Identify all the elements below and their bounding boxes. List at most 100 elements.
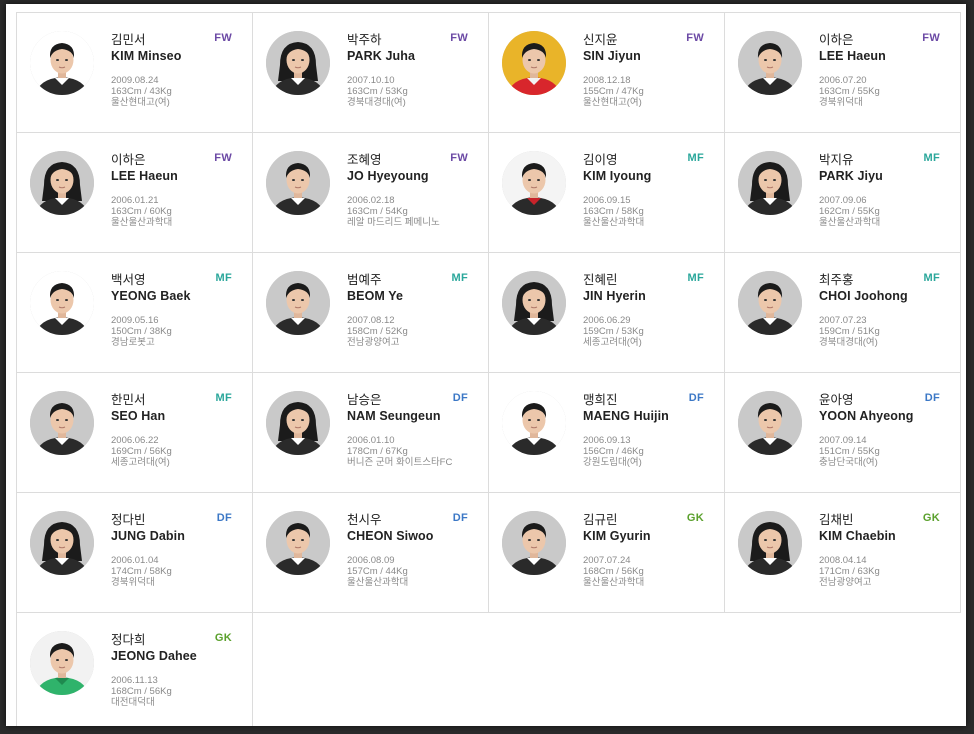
player-photo [30, 391, 94, 455]
player-details: 2006.01.10 178Cm / 67Kg 버니즌 군머 화이트스타FC [347, 435, 475, 468]
player-photo [266, 391, 330, 455]
player-photo [30, 271, 94, 335]
player-club: 경북대경대(여) [347, 97, 406, 108]
player-birthdate: 2007.07.24 [583, 555, 631, 566]
player-info: 김민서 KIM Minseo 2009.08.24 163Cm / 43Kg 울산현대고… [111, 33, 239, 108]
player-english-name: BEOM Ye [347, 289, 404, 303]
player-details: 2007.07.24 168Cm / 56Kg 울산울산과학대 [583, 555, 711, 588]
player-info: 조혜영 JO Hyeyoung 2006.02.18 163Cm / 54Kg 레알 마… [347, 153, 475, 228]
player-height-weight: 156Cm / 46Kg [583, 446, 644, 457]
player-height-weight: 171Cm / 63Kg [819, 566, 880, 577]
empty-cell [725, 613, 961, 726]
player-photo [502, 151, 566, 215]
player-birthdate: 2006.11.13 [111, 675, 158, 686]
player-height-weight: 158Cm / 52Kg [347, 326, 408, 337]
player-info: 한민서 SEO Han 2006.06.22 169Cm / 56Kg 세종고려대(여) [111, 393, 239, 468]
player-photo [738, 391, 802, 455]
player-english-name: KIM Minseo [111, 49, 182, 63]
player-card[interactable]: 김민서 KIM Minseo 2009.08.24 163Cm / 43Kg 울산현대고… [17, 13, 253, 133]
player-details: 2007.09.06 162Cm / 55Kg 울산울산과학대 [819, 195, 947, 228]
player-details: 2006.08.09 157Cm / 44Kg 울산울산과학대 [347, 555, 475, 588]
player-card[interactable]: 윤아영 YOON Ahyeong 2007.09.14 151Cm / 55Kg 충남단… [725, 373, 961, 493]
position-badge: DF [452, 392, 468, 404]
player-card[interactable]: 정다빈 JUNG Dabin 2006.01.04 174Cm / 58Kg 경북위덕대… [17, 493, 253, 613]
player-height-weight: 159Cm / 51Kg [819, 326, 880, 337]
player-club: 세종고려대(여) [111, 457, 170, 468]
player-info: 박주하 PARK Juha 2007.10.10 163Cm / 53Kg 경북대경대(… [347, 33, 475, 108]
player-english-name: LEE Haeun [111, 169, 178, 183]
position-badge: MF [923, 272, 940, 284]
player-card[interactable]: 이하은 LEE Haeun 2006.01.21 163Cm / 60Kg 울산울산과학… [17, 133, 253, 253]
player-card[interactable]: 백서영 YEONG Baek 2009.05.16 150Cm / 38Kg 경남로봇고… [17, 253, 253, 373]
player-card[interactable]: 천시우 CHEON Siwoo 2006.08.09 157Cm / 44Kg 울산울산… [253, 493, 489, 613]
player-card[interactable]: 맹희진 MAENG Huijin 2006.09.13 156Cm / 46Kg 강원도… [489, 373, 725, 493]
player-card[interactable]: 박주하 PARK Juha 2007.10.10 163Cm / 53Kg 경북대경대(… [253, 13, 489, 133]
player-info: 범예주 BEOM Ye 2007.08.12 158Cm / 52Kg 전남광양여고 [347, 273, 475, 348]
player-info: 김이영 KIM Iyoung 2006.09.15 163Cm / 58Kg 울산울산과… [583, 153, 711, 228]
player-info: 천시우 CHEON Siwoo 2006.08.09 157Cm / 44Kg 울산울산… [347, 513, 475, 588]
player-info: 김채빈 KIM Chaebin 2008.04.14 171Cm / 63Kg 전남광양… [819, 513, 947, 588]
player-details: 2006.02.18 163Cm / 54Kg 레알 마드리드 페메니노 [347, 195, 475, 228]
player-card[interactable]: 남승은 NAM Seungeun 2006.01.10 178Cm / 67Kg 버니즌… [253, 373, 489, 493]
player-details: 2007.10.10 163Cm / 53Kg 경북대경대(여) [347, 75, 475, 108]
position-badge: MF [923, 152, 940, 164]
player-club: 대전대덕대 [111, 697, 155, 708]
player-card[interactable]: 정다희 JEONG Dahee 2006.11.13 168Cm / 56Kg 대전대덕… [17, 613, 253, 726]
player-details: 2009.08.24 163Cm / 43Kg 울산현대고(여) [111, 75, 239, 108]
player-club: 충남단국대(여) [819, 457, 878, 468]
player-english-name: JO Hyeyoung [347, 169, 429, 183]
position-badge: MF [451, 272, 468, 284]
player-height-weight: 163Cm / 58Kg [583, 206, 644, 217]
player-card[interactable]: 김규린 KIM Gyurin 2007.07.24 168Cm / 56Kg 울산울산과… [489, 493, 725, 613]
player-birthdate: 2006.01.21 [111, 195, 159, 206]
player-height-weight: 168Cm / 56Kg [583, 566, 644, 577]
player-card[interactable]: 김이영 KIM Iyoung 2006.09.15 163Cm / 58Kg 울산울산과… [489, 133, 725, 253]
empty-cell [489, 613, 725, 726]
player-photo [266, 271, 330, 335]
position-badge: FW [686, 32, 704, 44]
player-height-weight: 162Cm / 55Kg [819, 206, 880, 217]
player-details: 2006.09.13 156Cm / 46Kg 강원도립대(여) [583, 435, 711, 468]
player-english-name: PARK Juha [347, 49, 416, 63]
player-card[interactable]: 조혜영 JO Hyeyoung 2006.02.18 163Cm / 54Kg 레알 마… [253, 133, 489, 253]
position-badge: MF [215, 392, 232, 404]
player-photo [502, 391, 566, 455]
player-birthdate: 2006.08.09 [347, 555, 395, 566]
player-card[interactable]: 박지유 PARK Jiyu 2007.09.06 162Cm / 55Kg 울산울산과학… [725, 133, 961, 253]
player-english-name: CHEON Siwoo [347, 529, 434, 543]
player-info: 최주홍 CHOI Joohong 2007.07.23 159Cm / 51Kg 경북대… [819, 273, 947, 348]
player-club: 울산현대고(여) [111, 97, 170, 108]
player-english-name: MAENG Huijin [583, 409, 669, 423]
player-info: 진혜린 JIN Hyerin 2006.06.29 159Cm / 53Kg 세종고려대… [583, 273, 711, 348]
player-club: 버니즌 군머 화이트스타FC [347, 457, 453, 468]
player-height-weight: 163Cm / 55Kg [819, 86, 880, 97]
empty-cell [253, 613, 489, 726]
player-birthdate: 2006.09.13 [583, 435, 631, 446]
position-badge: DF [688, 392, 704, 404]
player-height-weight: 163Cm / 60Kg [111, 206, 172, 217]
player-english-name: NAM Seungeun [347, 409, 441, 423]
player-club: 경남로봇고 [111, 337, 155, 348]
player-photo [502, 271, 566, 335]
player-english-name: JIN Hyerin [583, 289, 646, 303]
player-club: 울산울산과학대 [583, 217, 645, 228]
player-info: 맹희진 MAENG Huijin 2006.09.13 156Cm / 46Kg 강원도… [583, 393, 711, 468]
player-height-weight: 151Cm / 55Kg [819, 446, 880, 457]
player-english-name: KIM Chaebin [819, 529, 896, 543]
player-card[interactable]: 범예주 BEOM Ye 2007.08.12 158Cm / 52Kg 전남광양여고 MF [253, 253, 489, 373]
player-club: 레알 마드리드 페메니노 [347, 217, 440, 228]
player-birthdate: 2006.06.29 [583, 315, 631, 326]
player-card[interactable]: 신지윤 SIN Jiyun 2008.12.18 155Cm / 47Kg 울산현대고(… [489, 13, 725, 133]
player-card[interactable]: 최주홍 CHOI Joohong 2007.07.23 159Cm / 51Kg 경북대… [725, 253, 961, 373]
player-card[interactable]: 한민서 SEO Han 2006.06.22 169Cm / 56Kg 세종고려대(여)… [17, 373, 253, 493]
player-info: 신지윤 SIN Jiyun 2008.12.18 155Cm / 47Kg 울산현대고(… [583, 33, 711, 108]
player-info: 정다희 JEONG Dahee 2006.11.13 168Cm / 56Kg 대전대덕… [111, 633, 239, 708]
player-birthdate: 2007.08.12 [347, 315, 395, 326]
player-birthdate: 2007.07.23 [819, 315, 867, 326]
player-card[interactable]: 진혜린 JIN Hyerin 2006.06.29 159Cm / 53Kg 세종고려대… [489, 253, 725, 373]
player-card[interactable]: 이하은 LEE Haeun 2006.07.20 163Cm / 55Kg 경북위덕대 F… [725, 13, 961, 133]
player-birthdate: 2009.08.24 [111, 75, 159, 86]
player-height-weight: 168Cm / 56Kg [111, 686, 172, 697]
player-card[interactable]: 김채빈 KIM Chaebin 2008.04.14 171Cm / 63Kg 전남광양… [725, 493, 961, 613]
player-club: 울산울산과학대 [111, 217, 173, 228]
